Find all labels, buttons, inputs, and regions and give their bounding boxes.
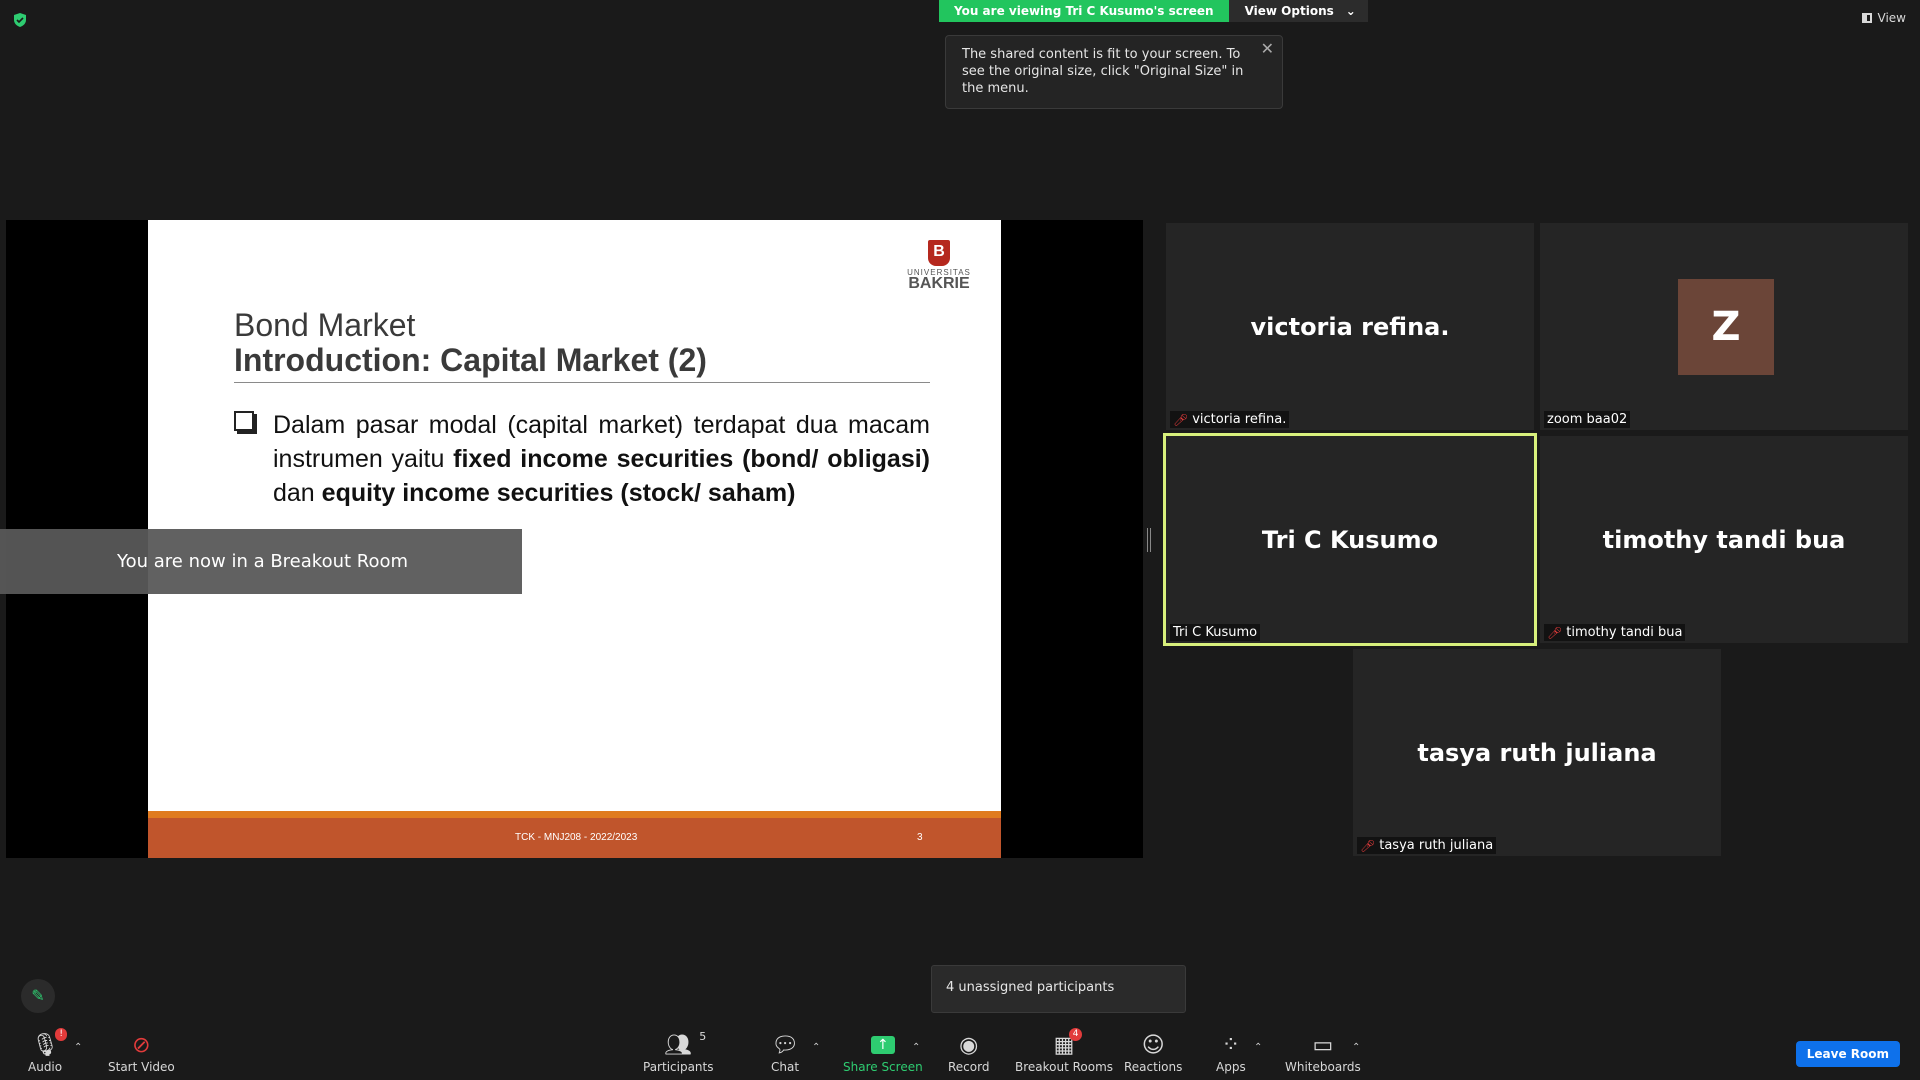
participant-name: victoria refina.	[1192, 412, 1287, 427]
whiteboards-label: Whiteboards	[1285, 1060, 1361, 1074]
participants-label: Participants	[643, 1060, 714, 1074]
reactions-label: Reactions	[1124, 1060, 1183, 1074]
participant-big-name: tasya ruth juliana	[1417, 738, 1657, 767]
breakout-rooms-icon: ▦ 4	[1054, 1028, 1083, 1060]
breakout-badge: 4	[1068, 1028, 1083, 1041]
breakout-rooms-label: Breakout Rooms	[1015, 1060, 1114, 1074]
participants-count: 5	[699, 1030, 707, 1043]
participant-name-label: Tri C Kusumo	[1170, 624, 1261, 641]
chevron-down-icon: ⌄	[1345, 4, 1356, 18]
share-screen-button[interactable]: ↑ Share Screen	[843, 1030, 923, 1074]
participant-name: Tri C Kusumo	[1173, 625, 1258, 640]
participant-name: timothy tandi bua	[1566, 625, 1683, 640]
participants-icon: 👥︎ 5	[664, 1030, 707, 1058]
chevron-up-icon[interactable]: ⌃	[912, 1042, 920, 1053]
view-options-label: View Options	[1244, 4, 1334, 18]
participant-name-label: 🎤︎ victoria refina.	[1170, 411, 1290, 428]
close-icon[interactable]: ✕	[1261, 40, 1274, 57]
splitter-handle[interactable]	[1147, 528, 1151, 552]
slide-text-bold2: equity income securities (stock/ saham)	[321, 479, 796, 507]
participant-name: zoom baa02	[1547, 412, 1628, 427]
apps-button[interactable]: ⁘ Apps	[1216, 1030, 1246, 1075]
video-tile[interactable]: tasya ruth juliana 🎤︎ tasya ruth juliana	[1353, 649, 1721, 856]
record-icon: ◉	[959, 1032, 979, 1058]
participant-name-label: 🎤︎ timothy tandi bua	[1544, 624, 1686, 641]
chevron-up-icon[interactable]: ⌃	[74, 1042, 82, 1053]
participant-big-name: Tri C Kusumo	[1261, 525, 1439, 554]
video-tile-active-speaker[interactable]: Tri C Kusumo Tri C Kusumo	[1163, 433, 1537, 646]
mic-muted-icon: 🎤︎	[1360, 838, 1376, 853]
layout-grid-icon	[1861, 13, 1872, 23]
slide-body-text: Dalam pasar modal (capital market) terda…	[273, 408, 930, 510]
audio-button[interactable]: 🎙︎! Audio	[28, 1028, 68, 1074]
avatar: Z	[1678, 279, 1774, 375]
fit-screen-tooltip: The shared content is fit to your screen…	[945, 35, 1283, 109]
security-shield-icon[interactable]	[12, 12, 28, 28]
slide-subtitle: Introduction: Capital Market (2)	[234, 342, 707, 378]
share-banner: You are viewing Tri C Kusumo's screen Vi…	[939, 0, 1368, 22]
video-off-icon: ⊘	[132, 1032, 151, 1058]
meeting-toolbar: 🎙︎! Audio ⌃ ⊘ Start Video 👥︎ 5 Participan…	[0, 998, 1920, 1080]
slide-divider	[234, 382, 930, 383]
chevron-up-icon[interactable]: ⌃	[812, 1042, 820, 1053]
tooltip-text: The shared content is fit to your screen…	[962, 47, 1244, 96]
record-button[interactable]: ◉ Record	[948, 1030, 990, 1075]
breakout-room-notification: You are now in a Breakout Room	[0, 529, 522, 594]
slide-footer-accent	[148, 811, 1001, 818]
reactions-button[interactable]: ☺ Reactions	[1124, 1030, 1183, 1075]
view-layout-button[interactable]: View	[1861, 11, 1906, 25]
participant-big-name: victoria refina.	[1250, 312, 1450, 341]
apps-icon: ⁘	[1221, 1032, 1241, 1058]
leave-room-button[interactable]: Leave Room	[1795, 1041, 1900, 1067]
mic-muted-icon: 🎤︎	[1547, 625, 1563, 640]
view-label: View	[1877, 11, 1906, 25]
slide-text-part2: dan	[273, 479, 322, 507]
logo-mark-icon: B	[928, 240, 950, 266]
chat-label: Chat	[771, 1060, 800, 1074]
logo-big-text: BAKRIE	[908, 275, 970, 292]
slide-course-code: TCK - MNJ208 - 2022/2023	[515, 832, 638, 843]
record-label: Record	[948, 1060, 990, 1074]
chevron-up-icon[interactable]: ⌃	[1254, 1042, 1262, 1053]
apps-label: Apps	[1216, 1060, 1246, 1074]
breakout-rooms-button[interactable]: ▦ 4 Breakout Rooms	[1015, 1028, 1114, 1074]
participant-name-label: 🎤︎ tasya ruth juliana	[1357, 837, 1497, 854]
slide-footer: TCK - MNJ208 - 2022/2023 3	[148, 818, 1001, 858]
share-screen-icon: ↑	[870, 1030, 895, 1060]
slide-title: Bond Market	[234, 307, 416, 343]
whiteboard-icon: ▭	[1312, 1032, 1334, 1058]
chevron-up-icon[interactable]: ⌃	[1352, 1042, 1360, 1053]
share-screen-label: Share Screen	[843, 1060, 923, 1074]
audio-badge: !	[55, 1028, 68, 1041]
slide-page-number: 3	[917, 832, 923, 843]
video-tile[interactable]: timothy tandi bua 🎤︎ timothy tandi bua	[1540, 436, 1908, 643]
chat-icon: 💬︎	[771, 1032, 799, 1058]
participants-button[interactable]: 👥︎ 5 Participants	[643, 1030, 714, 1074]
participant-big-name: timothy tandi bua	[1602, 525, 1846, 554]
reactions-icon: ☺	[1141, 1032, 1165, 1058]
microphone-icon: 🎙︎!	[31, 1028, 68, 1060]
start-video-button[interactable]: ⊘ Start Video	[108, 1030, 175, 1075]
participant-name: tasya ruth juliana	[1379, 838, 1494, 853]
participant-name-label: zoom baa02	[1544, 411, 1631, 428]
start-video-label: Start Video	[108, 1060, 175, 1074]
slide-text-bold1: fixed income securities (bond/ obligasi)	[453, 445, 931, 473]
view-options-button[interactable]: View Options ⌄	[1228, 0, 1368, 22]
viewing-screen-label: You are viewing Tri C Kusumo's screen	[939, 0, 1229, 22]
video-tile[interactable]: victoria refina. 🎤︎ victoria refina.	[1166, 223, 1534, 430]
bullet-box-icon	[234, 411, 254, 431]
whiteboards-button[interactable]: ▭ Whiteboards	[1285, 1030, 1361, 1075]
mic-muted-icon: 🎤︎	[1173, 412, 1189, 427]
audio-label: Audio	[28, 1060, 63, 1074]
video-tile[interactable]: Z zoom baa02	[1540, 223, 1908, 430]
university-logo: B UNIVERSITAS BAKRIE	[904, 240, 974, 292]
chat-button[interactable]: 💬︎ Chat	[771, 1030, 800, 1075]
